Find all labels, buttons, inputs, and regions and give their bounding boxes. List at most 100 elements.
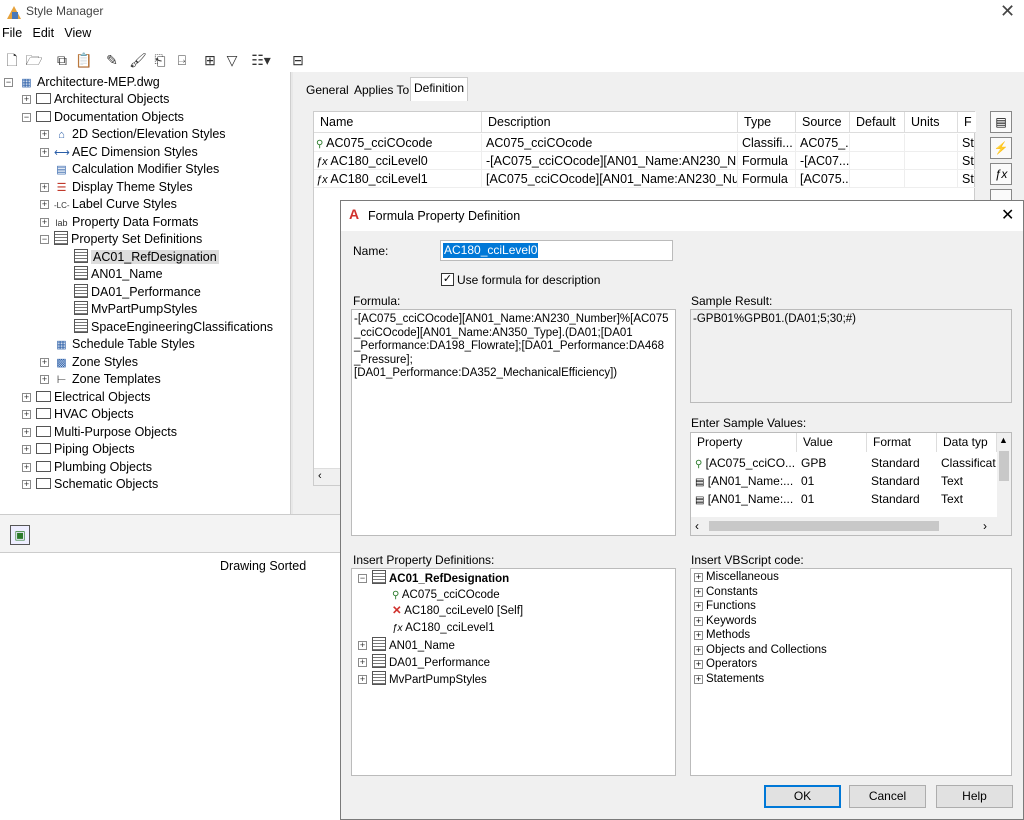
open-icon[interactable]: 🗁 — [24, 50, 44, 70]
col-header-name[interactable]: Name — [314, 112, 482, 133]
col-header-source[interactable]: Source — [796, 112, 850, 133]
list-item[interactable]: ▤ [AN01_Name:... — [691, 490, 797, 508]
vb-item-objects[interactable]: + Objects and Collections — [694, 643, 827, 658]
expand-icon[interactable]: + — [694, 631, 703, 640]
tree-item-ac01[interactable]: AC01_RefDesignation — [74, 249, 219, 266]
sample-value-cell[interactable]: 01 — [797, 490, 867, 508]
scroll-thumb[interactable] — [709, 521, 939, 531]
expand-icon[interactable]: + — [40, 375, 49, 384]
copy-icon[interactable]: ⧉ — [52, 50, 72, 70]
tab-applies-to[interactable]: Applies To — [351, 80, 412, 102]
tree-item-electrical[interactable]: + Electrical Objects — [22, 389, 151, 406]
new-icon[interactable]: 🗋 — [2, 50, 22, 70]
expand-icon[interactable]: + — [22, 410, 31, 419]
toggle-view-icon[interactable]: ⊟ — [288, 50, 308, 70]
import-icon[interactable]: ⍈ — [172, 50, 192, 70]
expand-icon[interactable]: + — [358, 658, 367, 667]
tree-root[interactable]: − ▦ Architecture-MEP.dwg — [4, 74, 160, 91]
tree-item-space-eng[interactable]: SpaceEngineeringClassifications — [74, 319, 273, 336]
expand-icon[interactable]: + — [22, 95, 31, 104]
horizontal-scrollbar[interactable]: ‹ › — [691, 517, 1011, 535]
table-row[interactable]: ⚲ AC075_cciCOcode — [314, 134, 482, 152]
collapse-icon[interactable]: − — [40, 235, 49, 244]
col-header-value[interactable]: Value — [797, 433, 867, 452]
expand-icon[interactable]: + — [22, 445, 31, 454]
tree-item-documentation[interactable]: − Documentation Objects — [22, 109, 184, 126]
col-header-description[interactable]: Description — [482, 112, 738, 133]
filter-icon[interactable]: ▽ — [222, 50, 242, 70]
compare-icon[interactable]: ⊞ — [200, 50, 220, 70]
list-item[interactable]: ▤ [AN01_Name:... — [691, 472, 797, 490]
expand-icon[interactable]: + — [40, 183, 49, 192]
tree-item-hvac[interactable]: + HVAC Objects — [22, 406, 134, 423]
collapse-icon[interactable]: − — [358, 574, 367, 583]
expand-icon[interactable]: + — [694, 645, 703, 655]
cancel-button[interactable]: Cancel — [849, 785, 926, 808]
vb-item-misc[interactable]: + Miscellaneous — [694, 570, 779, 585]
col-header-type[interactable]: Type — [738, 112, 796, 133]
tab-general[interactable]: General — [303, 80, 352, 102]
tree-item-label-curve[interactable]: + -LC- Label Curve Styles — [40, 196, 177, 213]
expand-icon[interactable]: + — [40, 130, 49, 139]
tree-item-schematic[interactable]: + Schematic Objects — [22, 476, 158, 493]
close-icon[interactable]: ✕ — [1000, 1, 1015, 22]
add-property-icon[interactable]: ▤ — [990, 111, 1012, 133]
formula-textarea[interactable]: -[AC075_cciCOcode][AN01_Name:AN230_Numbe… — [351, 309, 676, 536]
expand-icon[interactable]: + — [40, 358, 49, 367]
tree-item-prop[interactable]: ƒx AC180_cciLevel1 — [392, 620, 495, 637]
tree-item-an01[interactable]: + AN01_Name — [358, 637, 455, 654]
ok-button[interactable]: OK — [764, 785, 841, 808]
add-automatic-icon[interactable]: ⚡ — [990, 137, 1012, 159]
scroll-left-icon[interactable]: ‹ — [318, 470, 322, 482]
tree-item-piping[interactable]: + Piping Objects — [22, 441, 135, 458]
purge-icon[interactable]: ✎ — [102, 50, 122, 70]
scroll-right-icon[interactable]: › — [983, 519, 987, 533]
vb-item-constants[interactable]: + Constants — [694, 585, 758, 600]
expand-icon[interactable]: + — [40, 200, 49, 209]
tree-item-aec-dimension[interactable]: + ⟷ AEC Dimension Styles — [40, 144, 198, 161]
viewer-icon[interactable]: ▣ — [10, 525, 30, 545]
tree-item-mvpartpump[interactable]: MvPartPumpStyles — [74, 301, 197, 318]
help-button[interactable]: Help — [936, 785, 1013, 808]
tree-item-zone-templates[interactable]: + ⊢ Zone Templates — [40, 371, 161, 388]
tree-item-property-data-formats[interactable]: + lab Property Data Formats — [40, 214, 198, 231]
col-header-default[interactable]: Default — [850, 112, 905, 133]
set-from-icon[interactable]: ⎗ — [150, 50, 170, 70]
expand-icon[interactable]: + — [22, 393, 31, 402]
tree-item-prop[interactable]: ✕ AC180_cciLevel0 [Self] — [392, 603, 523, 620]
expand-icon[interactable]: + — [694, 660, 703, 669]
col-header-format[interactable]: F — [958, 112, 976, 133]
tree-item-zone-styles[interactable]: + ▩ Zone Styles — [40, 354, 138, 371]
vb-item-functions[interactable]: + Functions — [694, 599, 756, 614]
expand-icon[interactable]: + — [694, 616, 703, 626]
tree-item-mvpartpump[interactable]: + MvPartPumpStyles — [358, 671, 487, 688]
expand-icon[interactable]: + — [694, 602, 703, 611]
scroll-thumb[interactable] — [999, 451, 1009, 481]
col-header-units[interactable]: Units — [905, 112, 958, 133]
tree-item-plumbing[interactable]: + Plumbing Objects — [22, 459, 152, 476]
expand-icon[interactable]: + — [22, 428, 31, 437]
list-item[interactable]: ⚲ [AC075_cciCO... — [691, 454, 797, 472]
menu-edit[interactable]: Edit — [33, 26, 55, 40]
tree-item-schedule-table[interactable]: ▦ Schedule Table Styles — [40, 336, 194, 353]
tree-item-ac01[interactable]: − AC01_RefDesignation — [358, 570, 509, 587]
dialog-close-icon[interactable]: ✕ — [1001, 205, 1014, 225]
tree-item-da01[interactable]: + DA01_Performance — [358, 654, 490, 671]
expand-icon[interactable]: + — [40, 148, 49, 157]
tree-item-section-elevation[interactable]: + ⌂ 2D Section/Elevation Styles — [40, 126, 226, 143]
menu-file[interactable]: File — [2, 26, 22, 40]
menu-view[interactable]: View — [64, 26, 91, 40]
table-row[interactable]: ƒx AC180_cciLevel0 — [314, 152, 482, 170]
add-formula-icon[interactable]: ƒx — [990, 163, 1012, 185]
scroll-up-icon[interactable]: ▲ — [999, 435, 1008, 445]
sample-value-cell[interactable]: GPB — [797, 454, 867, 472]
col-header-property[interactable]: Property — [691, 433, 797, 452]
vb-item-methods[interactable]: + Methods — [694, 628, 750, 643]
view-dropdown-icon[interactable]: ☷▾ — [246, 50, 276, 70]
scroll-left-icon[interactable]: ‹ — [695, 519, 699, 533]
expand-icon[interactable]: + — [694, 573, 703, 582]
use-formula-checkbox[interactable]: ✓ — [441, 273, 454, 286]
col-header-format[interactable]: Format — [867, 433, 937, 452]
edit-style-icon[interactable]: 🖌 — [128, 50, 148, 70]
tree-item-architectural[interactable]: + Architectural Objects — [22, 91, 169, 108]
